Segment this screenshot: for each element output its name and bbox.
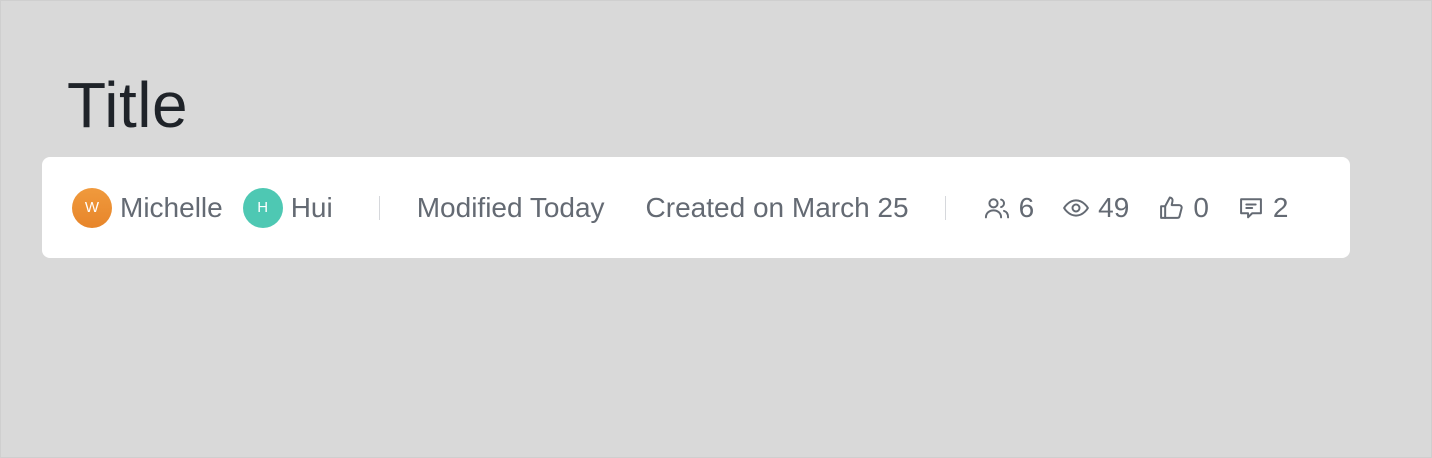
avatar[interactable]: H [242, 187, 283, 228]
meta-row: W Michelle H Hui Modified Today Created … [72, 157, 1288, 258]
views-stat[interactable]: 49 [1062, 192, 1129, 224]
page-title: Title [67, 69, 189, 141]
document-meta-bar: W Michelle H Hui Modified Today Created … [42, 157, 1350, 258]
author-name[interactable]: Hui [291, 192, 333, 224]
divider [378, 195, 380, 220]
page-canvas: Title W Michelle H Hui Modified Today Cr… [0, 0, 1432, 458]
author-michelle[interactable]: W Michelle [72, 187, 223, 228]
avatar[interactable]: W [72, 187, 112, 228]
likes-stat[interactable]: 0 [1157, 192, 1209, 224]
thumbs-up-icon [1160, 196, 1183, 219]
collaborators-count: 6 [1018, 191, 1035, 223]
comments-count: 2 [1272, 191, 1289, 223]
comments-stat[interactable]: 2 [1237, 191, 1289, 224]
created-date: Created on March 25 [645, 191, 909, 223]
comment-icon [1239, 197, 1262, 218]
likes-count: 0 [1193, 191, 1209, 223]
users-icon [984, 197, 1009, 218]
divider [944, 195, 946, 220]
author-name[interactable]: Michelle [120, 192, 223, 224]
collaborators-stat[interactable]: 6 [983, 191, 1035, 224]
modified-time: Modified Today [416, 191, 605, 223]
views-count: 49 [1098, 191, 1130, 223]
eye-icon [1063, 198, 1090, 217]
author-hui[interactable]: H Hui [242, 187, 333, 228]
